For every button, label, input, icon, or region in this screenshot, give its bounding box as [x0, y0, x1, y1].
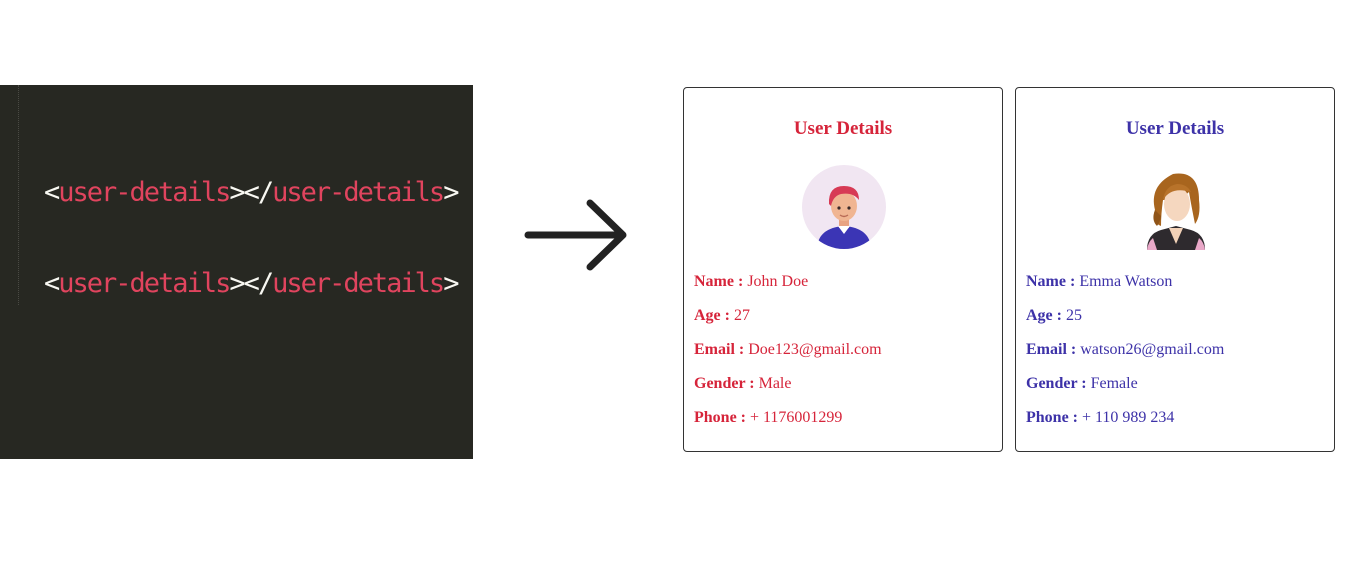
card-title: User Details [793, 118, 893, 139]
field-phone: Phone : + 1176001299 [694, 407, 994, 441]
user-fields: Name : Emma Watson Age : 25 Email : wats… [1026, 271, 1326, 441]
field-name: Name : John Doe [694, 271, 994, 305]
card-title: User Details [1125, 118, 1225, 139]
field-value: 25 [1065, 307, 1082, 324]
user-card-2: User Details Name : Emma Watson Age : 25… [1015, 87, 1335, 452]
field-value: + 1176001299 [750, 409, 843, 426]
field-email: Email : watson26@gmail.com [1026, 339, 1326, 373]
field-value: 27 [733, 307, 750, 324]
field-label: Email : [1026, 341, 1077, 358]
close-bracket-end: > [443, 268, 459, 299]
arrow-right-icon [524, 199, 627, 271]
close-bracket: </ [243, 268, 274, 299]
open-tag-name: user-details [58, 177, 231, 208]
code-line-2: <user-details></user-details> [44, 268, 460, 299]
field-email: Email : Doe123@gmail.com [694, 339, 994, 373]
user-fields: Name : John Doe Age : 27 Email : Doe123@… [694, 271, 994, 441]
open-bracket-end: > [229, 177, 245, 208]
field-value: Male [758, 375, 792, 392]
open-bracket-end: > [229, 268, 245, 299]
field-label: Name : [694, 273, 744, 290]
field-age: Age : 25 [1026, 305, 1326, 339]
close-tag-name: user-details [272, 177, 445, 208]
indent-guide [18, 85, 19, 305]
open-tag-name: user-details [58, 268, 231, 299]
field-value: Emma Watson [1079, 273, 1173, 290]
code-editor-panel: <user-details></user-details> <user-deta… [0, 85, 473, 459]
close-tag-name: user-details [272, 268, 445, 299]
code-line-1: <user-details></user-details> [44, 177, 460, 208]
male-avatar-icon [802, 165, 886, 249]
field-label: Gender : [1026, 375, 1087, 392]
field-label: Phone : [1026, 409, 1078, 426]
field-age: Age : 27 [694, 305, 994, 339]
field-value: John Doe [747, 273, 809, 290]
close-bracket: </ [243, 177, 274, 208]
female-avatar-icon [1147, 173, 1205, 250]
field-value: Doe123@gmail.com [748, 341, 882, 358]
field-value: Female [1090, 375, 1138, 392]
field-value: + 110 989 234 [1082, 409, 1175, 426]
field-name: Name : Emma Watson [1026, 271, 1326, 305]
field-gender: Gender : Male [694, 373, 994, 407]
field-phone: Phone : + 110 989 234 [1026, 407, 1326, 441]
field-label: Age : [1026, 307, 1062, 324]
field-label: Email : [694, 341, 745, 358]
user-card-1: User Details Name : John Doe Age : 27 Em… [683, 87, 1003, 452]
field-label: Name : [1026, 273, 1076, 290]
close-bracket-end: > [443, 177, 459, 208]
field-label: Age : [694, 307, 730, 324]
field-gender: Gender : Female [1026, 373, 1326, 407]
field-value: watson26@gmail.com [1080, 341, 1225, 358]
open-bracket: < [44, 177, 60, 208]
field-label: Gender : [694, 375, 755, 392]
field-label: Phone : [694, 409, 746, 426]
open-bracket: < [44, 268, 60, 299]
